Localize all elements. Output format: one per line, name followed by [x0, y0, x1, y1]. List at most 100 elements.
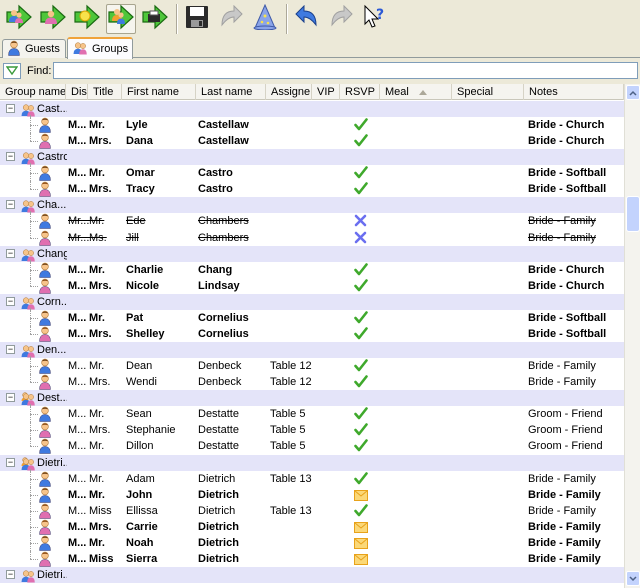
collapse-toggle-button[interactable]: −	[6, 104, 15, 113]
guest-row[interactable]: M... Mr. Pat Cornelius Bride - Softball	[0, 310, 624, 326]
export-guest-button[interactable]	[72, 4, 102, 34]
undo-button[interactable]	[292, 4, 322, 34]
import-guest-button[interactable]	[38, 4, 68, 34]
guest-row[interactable]: M... Mrs. Tracy Castro Bride - Softball	[0, 181, 624, 197]
tab-groups[interactable]: Groups	[67, 37, 133, 59]
scroll-down-button[interactable]	[626, 571, 640, 586]
guest-row[interactable]: M... Mr. Omar Castro Bride - Softball	[0, 165, 624, 181]
collapse-toggle-button[interactable]: −	[6, 393, 15, 402]
filter-toggle-button[interactable]	[3, 63, 21, 79]
display-name-cell: M...	[68, 440, 87, 452]
group-row[interactable]: − Corn...	[0, 294, 624, 312]
guest-row[interactable]: M... Mr. Dean Denbeck Table 12 Bride - Family	[0, 358, 624, 374]
column-header-title[interactable]: Title	[88, 84, 122, 100]
collapse-toggle-button[interactable]: −	[6, 297, 15, 306]
guest-row[interactable]: M... Mr. Charlie Chang Bride - Church	[0, 262, 624, 278]
guest-row[interactable]: M... Mrs. Carrie Dietrich Bride - Family	[0, 519, 624, 535]
assign-group-button[interactable]	[106, 3, 136, 34]
assigned-table-cell	[270, 230, 316, 246]
guest-row[interactable]: M... Miss Sierra Dietrich Bride - Family	[0, 551, 624, 567]
last-name-cell: Castellaw	[198, 119, 249, 131]
last-name-cell: Castellaw	[198, 135, 249, 147]
last-name-cell: Castro	[198, 183, 233, 195]
guest-row[interactable]: M... Mrs. Stephanie Destatte Table 5 Groom - …	[0, 422, 624, 438]
guest-row[interactable]: M... Mrs. Shelley Cornelius Bride - Softball	[0, 326, 624, 342]
tree-line	[30, 527, 38, 528]
group-row[interactable]: − Dietri...	[0, 455, 624, 473]
first-name-cell: Dillon	[126, 440, 154, 452]
notes-cell: Bride - Family	[528, 473, 596, 485]
column-header-group-name[interactable]: Group name	[0, 84, 66, 100]
guest-row[interactable]: M... Mrs. Dana Castellaw Bride - Church	[0, 133, 624, 149]
group-row[interactable]: − Chang	[0, 246, 624, 264]
guest-row[interactable]: M... Miss Ellissa Dietrich Table 13 Bride - F…	[0, 503, 624, 519]
collapse-toggle-button[interactable]: −	[6, 345, 15, 354]
column-header-notes[interactable]: Notes	[524, 84, 624, 100]
guest-row[interactable]: M... Mrs. Wendi Denbeck Table 12 Bride - Fami…	[0, 374, 624, 390]
female-guest-icon	[38, 230, 54, 246]
print-guest-button[interactable]	[140, 4, 170, 34]
guest-row[interactable]: M... Mr. John Dietrich Bride - Family	[0, 487, 624, 503]
guest-row[interactable]: Mr... Mr. Ede Chambers Bride - Family	[0, 213, 624, 229]
notes-cell: Bride - Family	[528, 505, 596, 517]
help-button[interactable]: ?	[360, 4, 390, 34]
tree-line	[30, 438, 31, 446]
tab-guests[interactable]: Guests	[2, 39, 66, 58]
find-input[interactable]	[53, 62, 638, 79]
assigned-table-cell	[270, 181, 316, 197]
toolbar-separator	[286, 3, 288, 34]
column-header-rsvp[interactable]: RSVP	[340, 84, 380, 100]
scroll-up-button[interactable]	[626, 85, 640, 100]
title-cell: Mrs.	[89, 280, 112, 292]
column-header-disp[interactable]: Disp	[66, 84, 88, 100]
guest-row[interactable]: M... Mr. Adam Dietrich Table 13 Bride - Famil…	[0, 471, 624, 487]
column-header-special[interactable]: Special	[452, 84, 524, 100]
display-name-cell: M...	[68, 505, 87, 517]
male-guest-icon	[38, 535, 54, 551]
group-row[interactable]: − Den...	[0, 342, 624, 360]
title-cell: Mr.	[89, 360, 105, 372]
collapse-toggle-button[interactable]: −	[6, 200, 15, 209]
column-header-first-name[interactable]: First name	[122, 84, 196, 100]
female-guest-icon	[38, 503, 54, 519]
first-name-cell: Carrie	[126, 521, 158, 533]
first-name-cell: Adam	[126, 473, 155, 485]
group-row[interactable]: − Castro	[0, 149, 624, 167]
assigned-table-cell	[270, 133, 316, 149]
group-row[interactable]: − Dietri...	[0, 567, 624, 583]
scroll-thumb[interactable]	[626, 196, 640, 232]
column-header-meal[interactable]: Meal	[380, 84, 452, 100]
collapse-toggle-button[interactable]: −	[6, 458, 15, 467]
guest-row[interactable]: M... Mr. Noah Dietrich Bride - Family	[0, 535, 624, 551]
group-row[interactable]: − Dest...	[0, 390, 624, 408]
wizard-button[interactable]	[250, 3, 280, 34]
tree-line	[30, 551, 31, 559]
notes-cell: Bride - Softball	[528, 183, 607, 195]
notes-cell: Bride - Church	[528, 264, 605, 276]
redo-arrow-icon	[328, 4, 354, 32]
group-row[interactable]: − Cast...	[0, 101, 624, 119]
display-name-cell: M...	[68, 312, 87, 324]
last-name-cell: Denbeck	[198, 360, 242, 372]
guest-row[interactable]: M... Mrs. Nicole Lindsay Bride - Church	[0, 278, 624, 294]
vertical-scrollbar[interactable]	[624, 84, 640, 588]
first-name-cell: Lyle	[126, 119, 148, 131]
tree-line	[30, 430, 38, 431]
collapse-toggle-button[interactable]: −	[6, 570, 15, 579]
group-row[interactable]: − Cha...	[0, 197, 624, 215]
save-button[interactable]	[182, 4, 212, 34]
tree-line	[30, 270, 38, 271]
guest-row[interactable]: M... Mr. Lyle Castellaw Bride - Church	[0, 117, 624, 133]
guest-row[interactable]: M... Mr. Dillon Destatte Table 5 Groom - Frie…	[0, 438, 624, 454]
guest-row[interactable]: Mr... Ms. Jill Chambers Bride - Family	[0, 230, 624, 246]
collapse-toggle-button[interactable]: −	[6, 249, 15, 258]
tab-groups-label: Groups	[92, 43, 129, 55]
column-header-assigne[interactable]: Assigne	[266, 84, 312, 100]
column-header-last-name[interactable]: Last name	[196, 84, 266, 100]
collapse-toggle-button[interactable]: −	[6, 152, 15, 161]
guest-row[interactable]: M... Mr. Sean Destatte Table 5 Groom - Friend	[0, 406, 624, 422]
last-name-cell: Dietrich	[198, 537, 239, 549]
female-guest-icon	[38, 278, 54, 294]
column-header-vip[interactable]: VIP	[312, 84, 340, 100]
add-guests-button[interactable]	[4, 4, 34, 34]
